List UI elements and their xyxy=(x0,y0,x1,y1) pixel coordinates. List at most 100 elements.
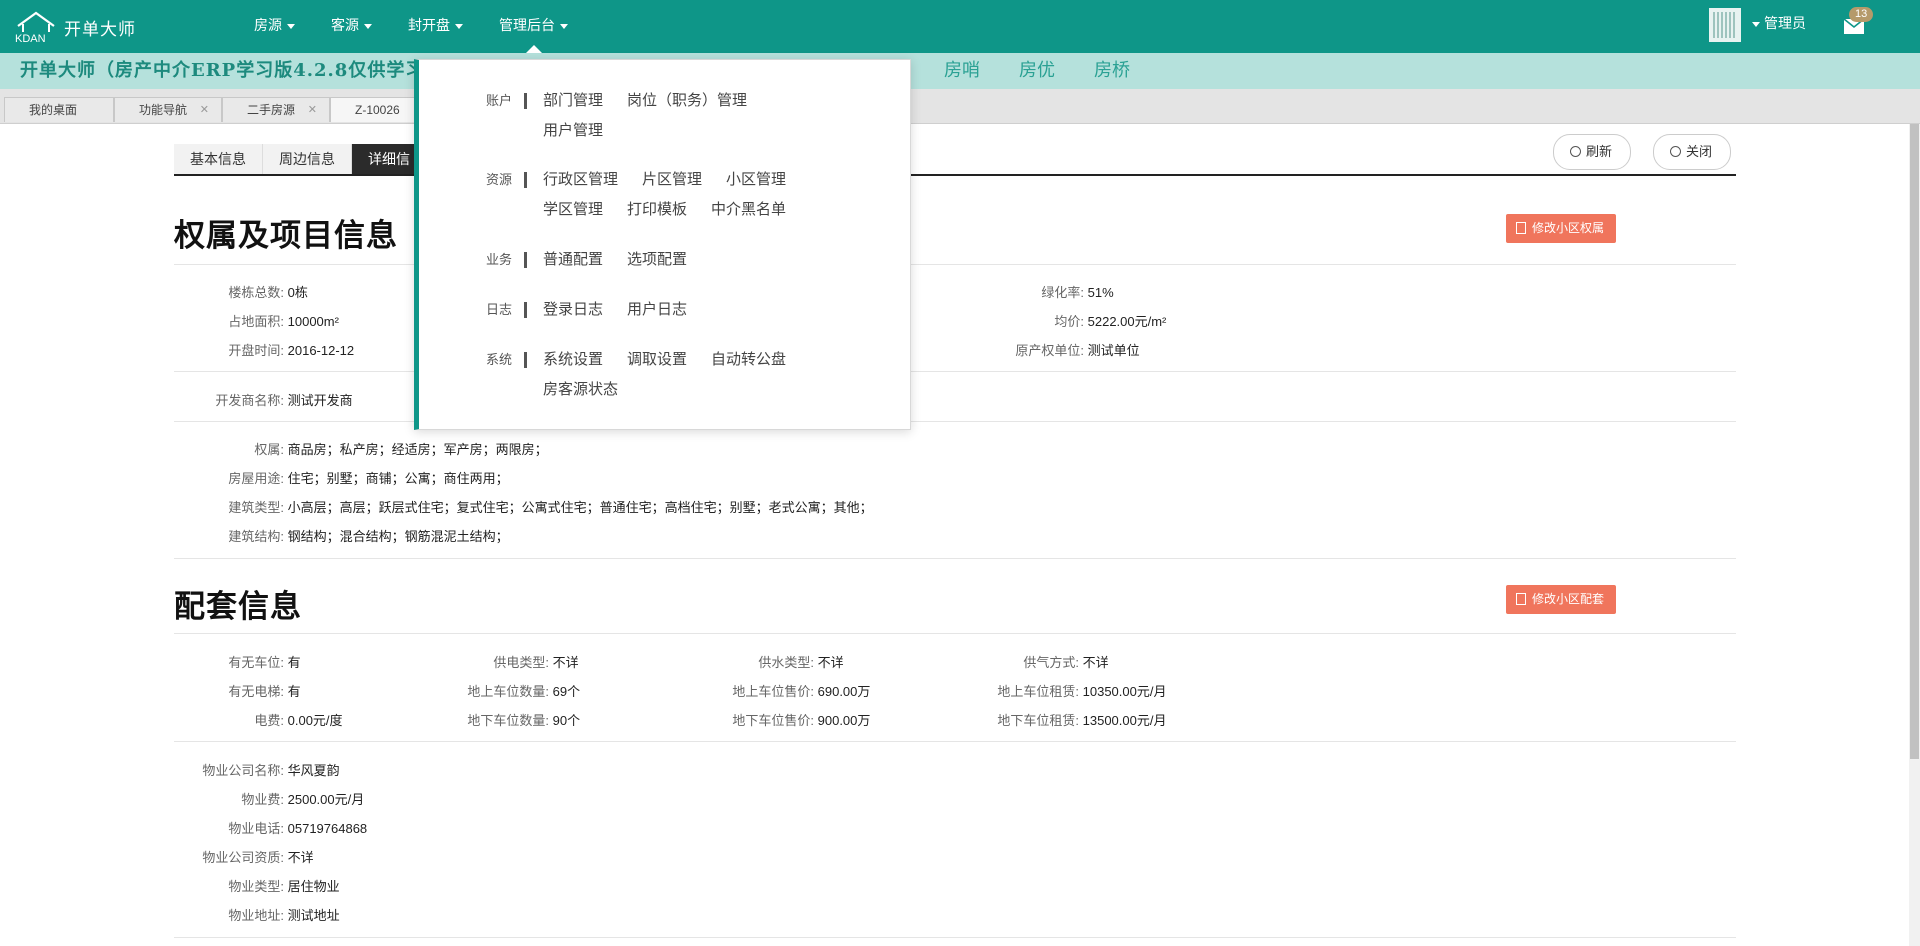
field-property-address: 物业地址: 测试地址 xyxy=(174,907,340,925)
menu-item-admin[interactable]: 管理后台 xyxy=(481,0,586,53)
qr-code-icon[interactable] xyxy=(1709,8,1741,42)
divider xyxy=(174,633,1736,634)
field-property-company: 物业公司名称: 华风夏韵 xyxy=(174,762,339,780)
close-tab-icon[interactable]: ✕ xyxy=(308,98,317,122)
tab-surroundings[interactable]: 周边信息 xyxy=(263,144,352,174)
menu-listing-status[interactable]: 房客源状态 xyxy=(543,379,618,401)
refresh-button[interactable]: 刷新 xyxy=(1553,134,1632,170)
menu-area-manage[interactable]: 片区管理 xyxy=(642,169,702,191)
menu-item-listings[interactable]: 房源 xyxy=(236,0,313,53)
dropdown-items: 系统设置 调取设置 自动转公盘 房客源状态 xyxy=(543,349,843,409)
tab-basic-info[interactable]: 基本信息 xyxy=(174,144,263,174)
field-label: 供气方式: xyxy=(1023,655,1079,670)
field-value: 测试开发商 xyxy=(287,393,353,408)
menu-agent-blacklist[interactable]: 中介黑名单 xyxy=(711,199,786,221)
field-value: 小高层；高层；跃层式住宅；复式住宅；公寓式住宅；普通住宅；高档住宅；别墅；老式公… xyxy=(287,500,873,515)
edit-ownership-button[interactable]: 修改小区权属 xyxy=(1506,214,1617,243)
field-label: 地上车位租赁: xyxy=(997,684,1079,699)
edit-facilities-button[interactable]: 修改小区配套 xyxy=(1506,585,1617,614)
close-label: 关闭 xyxy=(1686,144,1713,159)
menu-item-label: 封开盘 xyxy=(408,17,450,33)
field-label: 地上车位售价: xyxy=(732,684,814,699)
field-water-type: 供水类型: 不详 xyxy=(704,654,844,672)
dropdown-items: 登录日志 用户日志 xyxy=(543,299,843,329)
close-button[interactable]: 关闭 xyxy=(1653,134,1732,170)
menu-item-open-close[interactable]: 封开盘 xyxy=(390,0,481,53)
page-tab-desktop[interactable]: 我的桌面 xyxy=(4,97,114,122)
field-power-type: 供电类型: 不详 xyxy=(439,654,579,672)
menu-position-manage[interactable]: 岗位（职务）管理 xyxy=(627,90,747,112)
field-label: 地上车位数量: xyxy=(467,684,549,699)
menu-print-template[interactable]: 打印模板 xyxy=(627,199,687,221)
field-label: 地下车位租赁: xyxy=(997,713,1079,728)
system-links: 房哨 房优 房桥 xyxy=(944,53,1169,88)
menu-item-clients[interactable]: 客源 xyxy=(313,0,390,53)
edit-facilities-label: 修改小区配套 xyxy=(1532,592,1605,606)
menu-option-config[interactable]: 选项配置 xyxy=(627,249,687,271)
system-title-bar: 开单大师（房产中介ERP学习版4.2.8仅供学习使用 房哨 房优 房桥 xyxy=(0,53,1920,89)
detail-subtabs: 基本信息 周边信息 详细信 xyxy=(174,144,427,174)
field-value: 住宅；别墅；商铺；公寓；商住两用； xyxy=(287,471,509,486)
tab-label: 我的桌面 xyxy=(29,103,78,117)
dropdown-category: 资源 xyxy=(486,172,513,187)
field-label: 有无车位: xyxy=(228,655,284,670)
field-value: 不详 xyxy=(287,850,314,865)
field-label: 有无电梯: xyxy=(228,684,284,699)
field-label: 开盘时间: xyxy=(228,343,284,358)
link-fangyou[interactable]: 房优 xyxy=(1019,53,1055,88)
field-value: 钢结构；混合结构；钢筋混泥土结构； xyxy=(287,529,509,544)
menu-district-manage[interactable]: 行政区管理 xyxy=(543,169,618,191)
menu-system-settings[interactable]: 系统设置 xyxy=(543,349,603,371)
dropdown-items: 部门管理 岗位（职务）管理 用户管理 xyxy=(543,90,843,150)
menu-community-manage[interactable]: 小区管理 xyxy=(726,169,786,191)
menu-school-district-manage[interactable]: 学区管理 xyxy=(543,199,603,221)
scrollbar-thumb[interactable] xyxy=(1910,124,1919,759)
field-above-parking-count: 地上车位数量: 69个 xyxy=(439,683,580,701)
field-value: 不详 xyxy=(552,655,579,670)
page-tab-z10026[interactable]: Z-10026 xyxy=(330,97,416,122)
divider xyxy=(174,741,1736,742)
field-under-parking-rent: 地下车位租赁: 13500.00元/月 xyxy=(969,712,1166,730)
field-label: 地下车位数量: xyxy=(467,713,549,728)
category-bar xyxy=(524,93,527,109)
page-tab-second-hand[interactable]: 二手房源 ✕ xyxy=(222,97,330,122)
field-property-type: 物业类型: 居住物业 xyxy=(174,878,340,896)
menu-item-label: 客源 xyxy=(331,17,359,33)
divider xyxy=(174,421,1736,422)
caret-down-icon xyxy=(364,23,372,29)
menu-item-label: 管理后台 xyxy=(499,17,555,33)
menu-login-log[interactable]: 登录日志 xyxy=(543,299,603,321)
menu-general-config[interactable]: 普通配置 xyxy=(543,249,603,271)
field-value: 690.00万 xyxy=(817,684,871,699)
field-label: 建筑结构: xyxy=(228,529,284,544)
page-tab-nav[interactable]: 功能导航 ✕ xyxy=(114,97,222,122)
field-under-parking-price: 地下车位售价: 900.00万 xyxy=(704,712,870,730)
field-value: 90个 xyxy=(552,713,581,728)
field-label: 建筑类型: xyxy=(228,500,284,515)
menu-auto-public[interactable]: 自动转公盘 xyxy=(711,349,786,371)
field-label: 权属: xyxy=(254,442,284,457)
field-gas-type: 供气方式: 不详 xyxy=(969,654,1108,672)
link-fangshao[interactable]: 房哨 xyxy=(944,53,980,88)
field-label: 电费: xyxy=(254,713,284,728)
field-value: 测试地址 xyxy=(287,908,340,923)
logo[interactable]: KDAN 开单大师 xyxy=(14,10,136,44)
close-tab-icon[interactable]: ✕ xyxy=(200,98,209,122)
link-fangqiao[interactable]: 房桥 xyxy=(1094,53,1130,88)
menu-dept-manage[interactable]: 部门管理 xyxy=(543,90,603,112)
field-value: 不详 xyxy=(817,655,844,670)
dropdown-items: 行政区管理 片区管理 小区管理 学区管理 打印模板 中介黑名单 xyxy=(543,169,843,229)
field-building-type: 建筑类型: 小高层；高层；跃层式住宅；复式住宅；公寓式住宅；普通住宅；高档住宅；… xyxy=(174,499,873,517)
menu-user-manage[interactable]: 用户管理 xyxy=(543,120,603,142)
field-value: 有 xyxy=(287,655,301,670)
admin-user-menu[interactable]: 管理员 xyxy=(1752,0,1806,47)
field-electricity-fee: 电费: 0.00元/度 xyxy=(174,712,342,730)
menu-user-log[interactable]: 用户日志 xyxy=(627,299,687,321)
menu-fetch-settings[interactable]: 调取设置 xyxy=(627,349,687,371)
field-under-parking-count: 地下车位数量: 90个 xyxy=(439,712,580,730)
field-label: 绿化率: xyxy=(1041,285,1084,300)
field-value: 居住物业 xyxy=(287,879,340,894)
field-label: 供电类型: xyxy=(493,655,549,670)
tab-label: 功能导航 xyxy=(139,103,188,117)
field-value: 900.00万 xyxy=(817,713,871,728)
